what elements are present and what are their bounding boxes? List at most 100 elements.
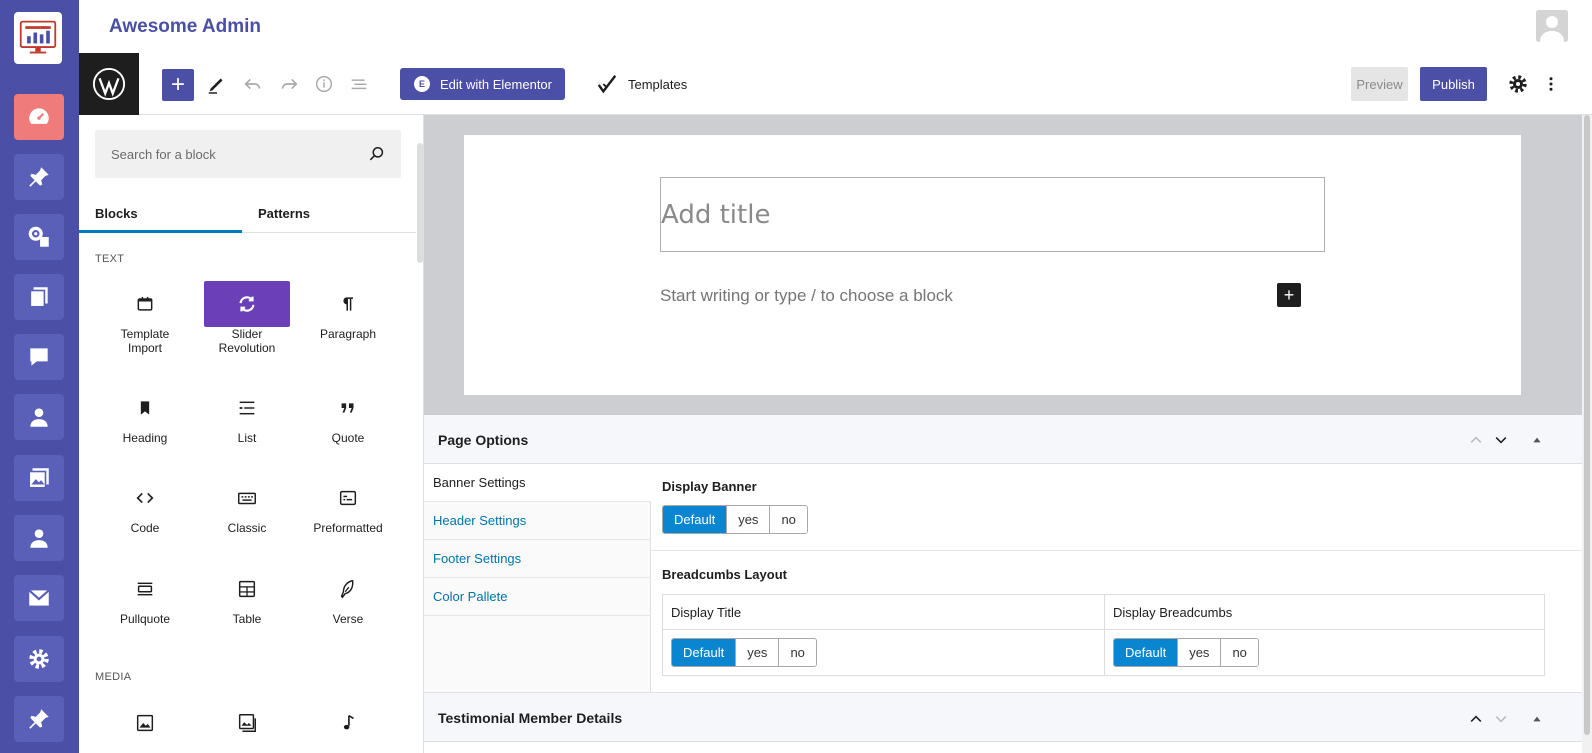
display-title-yes[interactable]: yes (736, 639, 780, 666)
rail-posts[interactable] (14, 154, 64, 200)
tab-blocks[interactable]: Blocks (95, 193, 243, 233)
block-template-import[interactable]: Template Import (102, 281, 188, 361)
bookmark-icon (140, 401, 150, 415)
mail-icon (28, 589, 50, 606)
toggle-inserter-button[interactable]: + (162, 69, 194, 101)
avatar[interactable] (1536, 10, 1568, 42)
post-title-input[interactable]: Add title (660, 177, 1325, 252)
divider (651, 550, 1582, 551)
display-breadcrumbs-default[interactable]: Default (1114, 639, 1179, 666)
block-slider-revolution[interactable]: Slider Revolution (204, 281, 290, 361)
move-down-button[interactable] (1491, 709, 1511, 729)
app-logo-icon (19, 20, 57, 54)
elementor-icon: E (414, 76, 430, 92)
rail-settings[interactable] (14, 636, 64, 682)
page-scrollbar[interactable] (1582, 115, 1592, 753)
display-breadcrumbs-no[interactable]: no (1221, 639, 1258, 666)
page-scrollbar-thumb[interactable] (1584, 115, 1590, 735)
category-media-heading: MEDIA (95, 671, 132, 683)
options-menu-button[interactable] (1541, 71, 1561, 97)
pullquote-icon (137, 582, 153, 596)
display-title-no[interactable]: no (779, 639, 816, 666)
display-banner-yes[interactable]: yes (727, 506, 771, 533)
block-gallery[interactable] (204, 700, 290, 753)
app-title[interactable]: Awesome Admin (109, 16, 261, 38)
templates-button[interactable]: Templates (596, 73, 687, 95)
block-pullquote[interactable]: Pullquote (102, 566, 188, 646)
rail-pages[interactable] (14, 274, 64, 320)
info-icon (315, 75, 333, 93)
testimonial-details-header[interactable]: Testimonial Member Details (424, 692, 1582, 742)
collapse-button[interactable] (1527, 709, 1547, 729)
calendar-icon (137, 296, 153, 311)
list-view-button[interactable] (346, 71, 372, 97)
display-breadcrumbs-yes[interactable]: yes (1178, 639, 1222, 666)
more-vertical-icon (1549, 77, 1553, 91)
page-options-header[interactable]: Page Options (424, 415, 1582, 464)
block-preformatted[interactable]: Preformatted (305, 475, 391, 555)
keyboard-icon (238, 492, 256, 505)
tab-patterns[interactable]: Patterns (243, 193, 407, 233)
wordpress-logo-button[interactable] (79, 53, 139, 115)
tab-header-settings[interactable]: Header Settings (424, 502, 651, 540)
display-title-default[interactable]: Default (672, 639, 737, 666)
rail-users[interactable] (14, 394, 64, 440)
tools-button[interactable] (204, 71, 230, 97)
publish-button[interactable]: Publish (1420, 67, 1487, 101)
block-quote[interactable]: Quote (305, 385, 391, 465)
block-heading[interactable]: Heading (102, 385, 188, 465)
search-icon[interactable] (367, 144, 387, 164)
block-audio[interactable] (305, 700, 391, 753)
tab-footer-settings[interactable]: Footer Settings (424, 540, 651, 578)
add-block-button[interactable]: + (1277, 283, 1301, 307)
comments-icon (30, 348, 48, 366)
gear-icon (1509, 75, 1527, 93)
block-verse[interactable]: Verse (305, 566, 391, 646)
preview-button[interactable]: Preview (1351, 67, 1408, 101)
rail-pin[interactable] (14, 696, 64, 742)
rail-gallery[interactable] (14, 455, 64, 501)
avatar-icon (1536, 10, 1568, 42)
inserter-scrollbar[interactable] (417, 143, 423, 263)
block-label: Table (232, 612, 262, 626)
audio-icon (343, 714, 354, 730)
block-label: List (237, 431, 257, 445)
move-up-button[interactable] (1466, 709, 1486, 729)
move-down-button[interactable] (1491, 430, 1511, 450)
meta-boxes: Page Options Banner Settings Header Sett… (424, 415, 1582, 753)
table-icon (238, 580, 256, 598)
default-block-appender[interactable]: Start writing or type / to choose a bloc… (660, 286, 953, 306)
block-list[interactable]: List (204, 385, 290, 465)
block-search-input[interactable] (95, 130, 365, 178)
display-breadcrumbs-label: Display Breadcumbs (1105, 595, 1544, 630)
image-icon (136, 714, 154, 732)
tab-banner-settings[interactable]: Banner Settings (424, 464, 651, 502)
block-table[interactable]: Table (204, 566, 290, 646)
collapse-button[interactable] (1527, 430, 1547, 450)
block-image[interactable] (102, 700, 188, 753)
undo-button[interactable] (240, 71, 266, 97)
settings-button[interactable] (1505, 71, 1531, 97)
move-up-button[interactable] (1466, 430, 1486, 450)
display-banner-no[interactable]: no (770, 506, 807, 533)
block-search (95, 130, 401, 178)
block-label: Quote (331, 431, 365, 445)
block-paragraph[interactable]: Paragraph (305, 281, 391, 361)
rail-dashboard[interactable] (14, 94, 64, 140)
block-code[interactable]: Code (102, 475, 188, 555)
page-options-title: Page Options (438, 432, 529, 448)
rail-media[interactable] (14, 214, 64, 260)
redo-button[interactable] (276, 71, 302, 97)
rail-mail[interactable] (14, 575, 64, 621)
block-classic[interactable]: Classic (204, 475, 290, 555)
undo-icon (244, 78, 261, 90)
block-label: Paragraph (319, 327, 377, 341)
rail-comments[interactable] (14, 334, 64, 380)
display-banner-default[interactable]: Default (663, 506, 728, 533)
edit-with-elementor-button[interactable]: E Edit with Elementor (400, 68, 565, 100)
rail-profile[interactable] (14, 515, 64, 561)
app-logo[interactable] (14, 12, 62, 64)
details-button[interactable] (311, 71, 337, 97)
tab-color-pallete[interactable]: Color Pallete (424, 578, 651, 616)
editor-toolbar: + E Edit with Elementor Templates Previe… (79, 53, 1592, 115)
